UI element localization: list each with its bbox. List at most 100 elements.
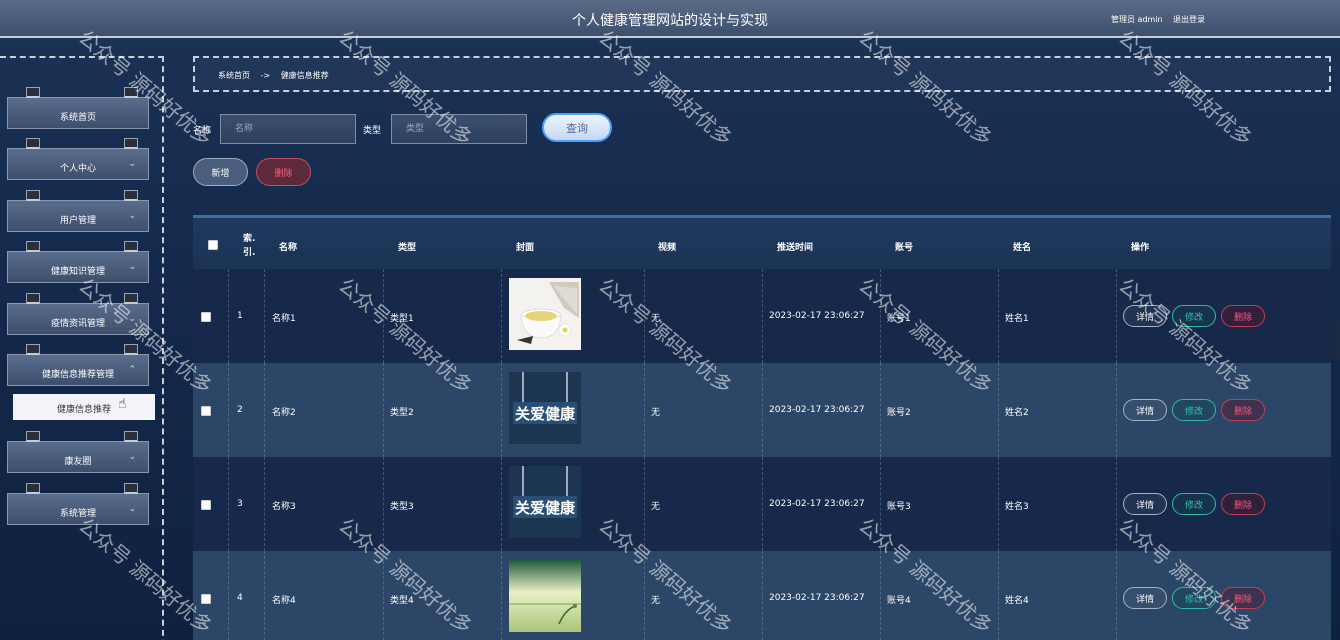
binder-clip-icon [124,344,138,355]
delete-button[interactable]: 删除 [1221,305,1265,327]
row-index: 2 [237,405,243,415]
name-filter-label: 名称 [193,126,212,136]
row-account: 账号2 [887,408,911,418]
sidebar-item-system-management[interactable]: 系统管理 ⌄ [7,483,149,525]
binder-clip-icon [26,344,40,355]
binder-clip-icon [26,138,40,149]
binder-clip-icon [26,241,40,252]
sidebar-item-epidemic-news[interactable]: 疫情资讯管理 ⌄ [7,293,149,335]
chevron-down-icon: ⌄ [128,314,136,324]
row-type: 类型3 [390,502,414,512]
scrollbar-handle[interactable] [1330,320,1340,360]
row-checkbox[interactable] [201,406,211,416]
sidebar-item-label: 个人中心 [59,164,96,174]
query-button[interactable]: 查询 [542,113,612,142]
sidebar-item-health-knowledge[interactable]: 健康知识管理 ⌄ [7,241,149,283]
logout-link[interactable]: 退出登录 [1173,14,1205,25]
edit-button[interactable]: 修改 [1172,399,1216,421]
row-push-time: 2023-02-17 23:06:27 [769,311,865,321]
select-all-checkbox[interactable] [208,240,218,250]
detail-button[interactable]: 详情 [1123,587,1167,609]
hand-pointer-icon: ☝ [118,396,127,412]
name-search-input[interactable] [220,114,356,144]
row-account: 账号1 [887,314,911,324]
chevron-down-icon: ⌄ [128,211,136,221]
chevron-down-icon: ⌄ [128,159,136,169]
add-button[interactable]: 新增 [193,158,248,186]
bulk-delete-button[interactable]: 删除 [256,158,311,186]
binder-clip-icon [26,87,40,98]
binder-clip-icon [124,87,138,98]
binder-clip-icon [26,431,40,442]
sidebar-item-label: 健康知识管理 [50,267,105,277]
breadcrumb-home[interactable]: 系统首页 [218,71,250,80]
column-header-actions: 操作 [1131,243,1150,253]
sidebar-item-label: 健康信息推荐管理 [41,370,114,380]
table-row: 4 名称4 类型4 无 2023-02-17 23:06:27 账号4 姓名4 … [193,551,1331,640]
row-index: 4 [237,593,243,603]
sidebar [0,56,164,640]
sidebar-item-home[interactable]: 系统首页 [7,87,149,129]
table-row: 3 名称3 类型3 关爱健康 无 2023-02-17 23:06:27 账号3… [193,457,1331,551]
table-row: 2 名称2 类型2 关爱健康 无 2023-02-17 23:06:27 账号2… [193,363,1331,457]
chevron-down-icon: ⌄ [128,452,136,462]
row-checkbox[interactable] [201,500,211,510]
row-type: 类型1 [390,314,414,324]
row-checkbox[interactable] [201,312,211,322]
table-header: 索. 引. 名称 类型 封面 视频 推送时间 账号 姓名 操作 [193,218,1331,269]
row-video: 无 [651,314,661,324]
sidebar-item-label: 疫情资讯管理 [50,319,105,329]
type-filter-label: 类型 [363,126,382,136]
tea-cup-image [509,278,581,350]
sidebar-item-health-recommend[interactable]: 健康信息推荐管理 ⌃ [7,344,149,386]
binder-clip-icon [124,138,138,149]
row-realname: 姓名3 [1005,502,1029,512]
binder-clip-icon [124,190,138,201]
care-health-sign-image: 关爱健康 [509,466,581,538]
cover-text: 关爱健康 [515,499,576,517]
row-name: 名称2 [272,408,296,418]
row-checkbox[interactable] [201,594,211,604]
sidebar-item-label: 康友圈 [64,457,92,467]
delete-button[interactable]: 删除 [1221,399,1265,421]
edit-button[interactable]: 修改 [1172,305,1216,327]
row-push-time: 2023-02-17 23:06:27 [769,405,865,415]
edit-button[interactable]: 修改 [1172,587,1216,609]
row-type: 类型2 [390,408,414,418]
sidebar-item-friends-circle[interactable]: 康友圈 ⌄ [7,431,149,473]
row-realname: 姓名2 [1005,408,1029,418]
column-header-cover: 封面 [516,243,535,253]
detail-button[interactable]: 详情 [1123,305,1167,327]
edit-button[interactable]: 修改 [1172,493,1216,515]
sidebar-item-user-management[interactable]: 用户管理 ⌄ [7,190,149,232]
row-video: 无 [651,596,661,606]
sidebar-item-personal-center[interactable]: 个人中心 ⌄ [7,138,149,180]
delete-button[interactable]: 删除 [1221,493,1265,515]
chevron-down-icon: ⌄ [128,504,136,514]
green-landscape-image [509,560,581,632]
care-health-sign-image: 关爱健康 [509,372,581,444]
row-name: 名称1 [272,314,296,324]
chevron-up-icon: ⌃ [128,365,136,375]
binder-clip-icon [26,483,40,494]
breadcrumb: 系统首页 -> 健康信息推荐 [193,56,1331,92]
row-account: 账号4 [887,596,911,606]
data-table: 索. 引. 名称 类型 封面 视频 推送时间 账号 姓名 操作 1 名称1 类型1 [193,215,1331,640]
row-name: 名称4 [272,596,296,606]
column-header-realname: 姓名 [1013,243,1032,253]
detail-button[interactable]: 详情 [1123,399,1167,421]
detail-button[interactable]: 详情 [1123,493,1167,515]
row-account: 账号3 [887,502,911,512]
sidebar-item-label: 系统首页 [59,113,96,123]
table-row: 1 名称1 类型1 无 2023-02-17 23:06:27 账号1 姓名1 … [193,269,1331,363]
binder-clip-icon [124,431,138,442]
binder-clip-icon [124,483,138,494]
type-search-input[interactable] [391,114,527,144]
delete-button[interactable]: 删除 [1221,587,1265,609]
row-index: 3 [237,499,243,509]
submenu-item-health-recommend[interactable]: 健康信息推荐 [13,394,155,420]
binder-clip-icon [124,293,138,304]
column-header-name: 名称 [279,243,298,253]
row-push-time: 2023-02-17 23:06:27 [769,593,865,603]
column-header-video: 视频 [658,243,677,253]
